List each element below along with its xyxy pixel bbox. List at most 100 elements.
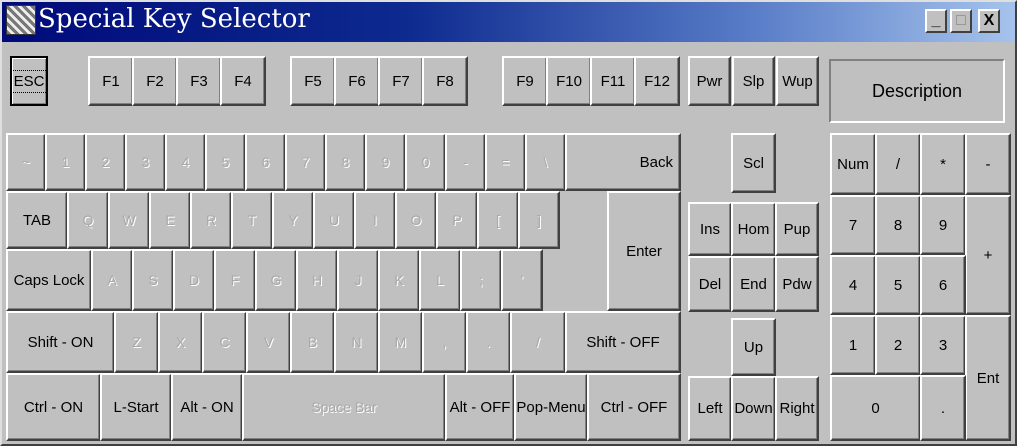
- key-numpad-0[interactable]: 0: [830, 375, 921, 441]
- key-ctrl-on[interactable]: Ctrl - ON: [6, 373, 101, 441]
- key-scl[interactable]: Scl: [731, 133, 776, 193]
- key-close-bracket[interactable]: ]: [518, 191, 560, 249]
- key-comma[interactable]: ,: [422, 311, 467, 373]
- key-equals[interactable]: =: [485, 133, 526, 191]
- key-numpad-8[interactable]: 8: [875, 195, 921, 255]
- key-numpad-9[interactable]: 9: [920, 195, 966, 255]
- key-wup[interactable]: Wup: [776, 56, 819, 106]
- key-caps-lock[interactable]: Caps Lock: [6, 249, 92, 311]
- key-enter[interactable]: Enter: [607, 191, 681, 311]
- key-shift-off[interactable]: Shift - OFF: [565, 311, 681, 373]
- maximize-button[interactable]: □: [950, 9, 972, 33]
- key-numpad-6[interactable]: 6: [920, 255, 966, 315]
- key-t[interactable]: T: [231, 191, 273, 249]
- key-f12[interactable]: F12: [634, 56, 680, 106]
- key-numpad-plus[interactable]: +: [965, 195, 1011, 315]
- key-1[interactable]: 1: [45, 133, 86, 191]
- key-f8[interactable]: F8: [422, 56, 468, 106]
- key-alt-off[interactable]: Alt - OFF: [445, 373, 515, 441]
- key-hom[interactable]: Hom: [731, 202, 776, 256]
- key-pwr[interactable]: Pwr: [688, 56, 731, 106]
- key-f6[interactable]: F6: [334, 56, 380, 106]
- key-esc[interactable]: ESC: [10, 56, 48, 106]
- key-e[interactable]: E: [149, 191, 191, 249]
- key-numpad-decimal[interactable]: .: [920, 375, 966, 441]
- key-f3[interactable]: F3: [176, 56, 222, 106]
- key-o[interactable]: O: [395, 191, 437, 249]
- key-minus[interactable]: -: [445, 133, 486, 191]
- key-numpad-divide[interactable]: /: [875, 133, 921, 195]
- key-8[interactable]: 8: [325, 133, 366, 191]
- key-semicolon[interactable]: ;: [460, 249, 502, 311]
- key-d[interactable]: D: [173, 249, 215, 311]
- key-f5[interactable]: F5: [290, 56, 336, 106]
- key-s[interactable]: S: [132, 249, 174, 311]
- key-shift-on[interactable]: Shift - ON: [6, 311, 115, 373]
- key-open-bracket[interactable]: [: [477, 191, 519, 249]
- key-f9[interactable]: F9: [502, 56, 548, 106]
- key-numpad-1[interactable]: 1: [830, 315, 876, 375]
- key-r[interactable]: R: [190, 191, 232, 249]
- key-f7[interactable]: F7: [378, 56, 424, 106]
- key-6[interactable]: 6: [245, 133, 286, 191]
- key-l[interactable]: L: [419, 249, 461, 311]
- key-3[interactable]: 3: [125, 133, 166, 191]
- key-x[interactable]: X: [158, 311, 203, 373]
- key-4[interactable]: 4: [165, 133, 206, 191]
- key-ins[interactable]: Ins: [688, 202, 732, 256]
- key-num-lock[interactable]: Num: [830, 133, 876, 195]
- key-v[interactable]: V: [246, 311, 291, 373]
- key-numpad-5[interactable]: 5: [875, 255, 921, 315]
- key-tab[interactable]: TAB: [6, 191, 68, 249]
- key-period[interactable]: .: [466, 311, 511, 373]
- key-q[interactable]: Q: [67, 191, 109, 249]
- key-left[interactable]: Left: [688, 376, 732, 441]
- key-f[interactable]: F: [214, 249, 256, 311]
- key-f11[interactable]: F11: [590, 56, 636, 106]
- key-c[interactable]: C: [202, 311, 247, 373]
- key-numpad-enter[interactable]: Ent: [965, 315, 1011, 441]
- key-5[interactable]: 5: [205, 133, 246, 191]
- key-0[interactable]: 0: [405, 133, 446, 191]
- key-end[interactable]: End: [731, 256, 776, 312]
- key-pup[interactable]: Pup: [775, 202, 819, 256]
- key-numpad-7[interactable]: 7: [830, 195, 876, 255]
- key-h[interactable]: H: [296, 249, 338, 311]
- key-u[interactable]: U: [313, 191, 355, 249]
- key-pop-menu[interactable]: Pop-Menu: [514, 373, 588, 441]
- key-numpad-minus[interactable]: -: [965, 133, 1011, 195]
- close-button[interactable]: X: [978, 9, 1000, 33]
- key-backslash[interactable]: \: [525, 133, 566, 191]
- key-f2[interactable]: F2: [132, 56, 178, 106]
- key-a[interactable]: A: [91, 249, 133, 311]
- key-y[interactable]: Y: [272, 191, 314, 249]
- title-bar[interactable]: Special Key Selector _ □ X: [2, 2, 1015, 42]
- key-m[interactable]: M: [378, 311, 423, 373]
- key-w[interactable]: W: [108, 191, 150, 249]
- key-n[interactable]: N: [334, 311, 379, 373]
- key-7[interactable]: 7: [285, 133, 326, 191]
- key-slash[interactable]: /: [510, 311, 566, 373]
- key-l-start[interactable]: L-Start: [100, 373, 172, 441]
- key-numpad-3[interactable]: 3: [920, 315, 966, 375]
- key-j[interactable]: J: [337, 249, 379, 311]
- key-f10[interactable]: F10: [546, 56, 592, 106]
- key-del[interactable]: Del: [688, 256, 732, 312]
- key-f1[interactable]: F1: [88, 56, 134, 106]
- key-down[interactable]: Down: [731, 376, 776, 441]
- key-f4[interactable]: F4: [220, 56, 266, 106]
- key-up[interactable]: Up: [731, 318, 776, 376]
- key-slp[interactable]: Slp: [732, 56, 775, 106]
- minimize-button[interactable]: _: [925, 9, 947, 33]
- key-p[interactable]: P: [436, 191, 478, 249]
- key-9[interactable]: 9: [365, 133, 406, 191]
- key-numpad-4[interactable]: 4: [830, 255, 876, 315]
- key-back[interactable]: Back: [565, 133, 681, 191]
- key-k[interactable]: K: [378, 249, 420, 311]
- key-2[interactable]: 2: [85, 133, 126, 191]
- key-ctrl-off[interactable]: Ctrl - OFF: [587, 373, 681, 441]
- key-numpad-2[interactable]: 2: [875, 315, 921, 375]
- key-alt-on[interactable]: Alt - ON: [171, 373, 243, 441]
- key-space-bar[interactable]: Space Bar: [242, 373, 446, 441]
- key-pdw[interactable]: Pdw: [775, 256, 819, 312]
